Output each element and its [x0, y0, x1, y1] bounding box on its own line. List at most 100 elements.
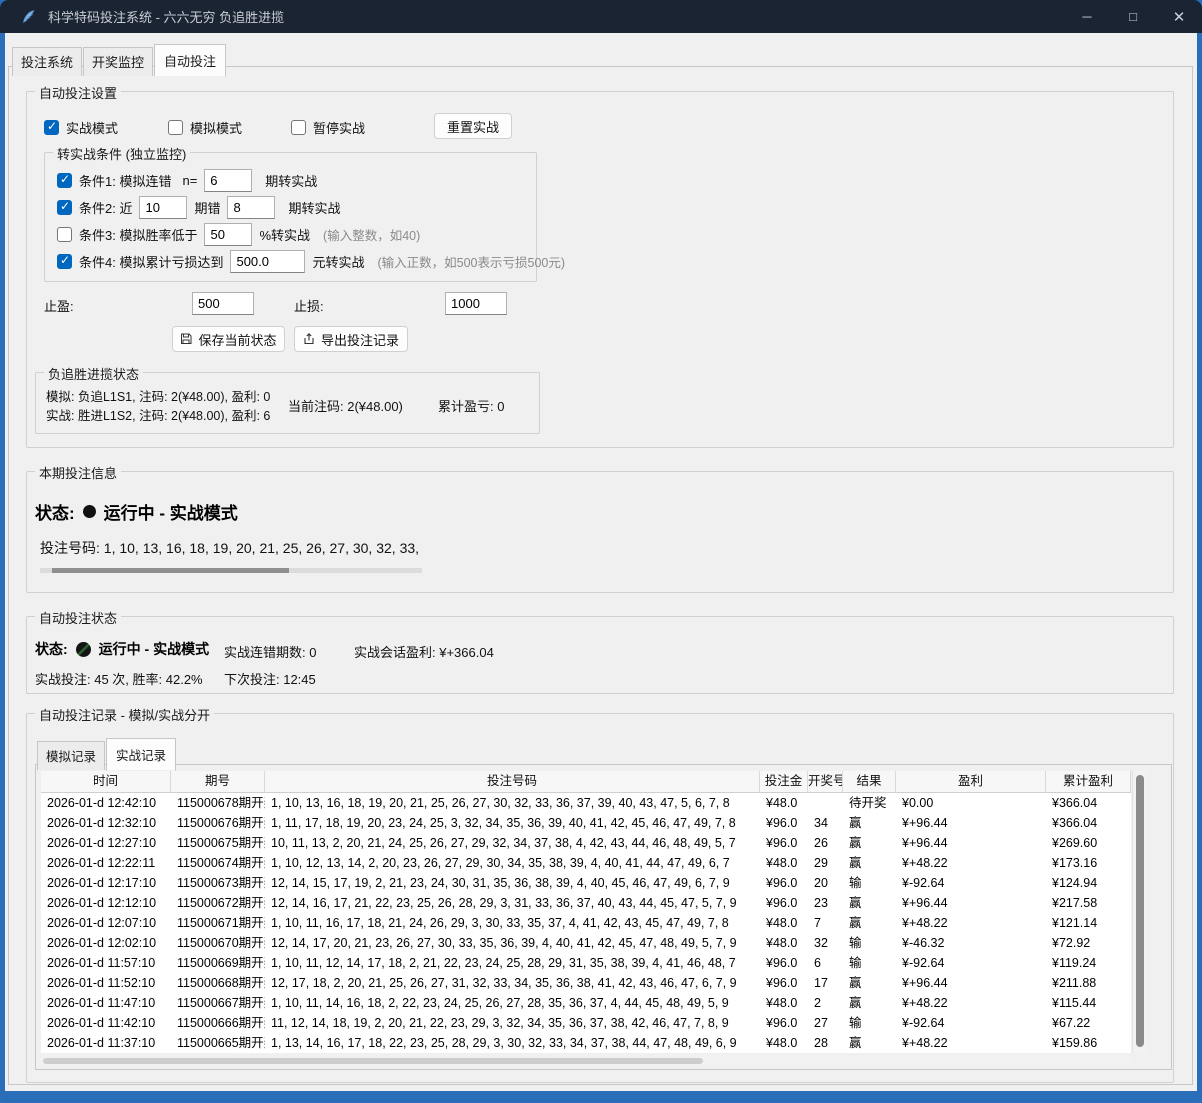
condition-3-input[interactable] — [204, 223, 252, 246]
condition-1-input[interactable] — [204, 169, 252, 192]
numbers-scrollbar-thumb[interactable] — [52, 568, 289, 573]
real-mode-checkbox[interactable] — [44, 120, 59, 135]
table-cell-7: ¥119.24 — [1046, 953, 1131, 973]
condition-3-hint: (输入整数，如40) — [323, 225, 420, 244]
table-cell-1: 115000676期开奖 — [171, 813, 265, 833]
current-status-line: 状态: 运行中 - 实战模式 — [35, 499, 238, 524]
table-cell-3: ¥96.0 — [760, 813, 808, 833]
table-cell-7: ¥159.86 — [1046, 1033, 1131, 1053]
pause-real-checkbox[interactable] — [291, 120, 306, 135]
table-row[interactable]: 2026-01-d 11:57:10115000669期开奖1, 10, 11,… — [41, 953, 1131, 973]
table-cell-5: 赢 — [843, 913, 896, 933]
header-cell-5[interactable]: 结果 — [843, 771, 896, 792]
table-cell-6: ¥+96.44 — [896, 973, 1046, 993]
table-cell-3: ¥96.0 — [760, 953, 808, 973]
sim-mode-checkbox[interactable] — [168, 120, 183, 135]
condition-2-input-n[interactable] — [139, 196, 187, 219]
table-cell-4: 32 — [808, 933, 843, 953]
strategy-status-title: 负追胜进揽状态 — [44, 364, 143, 383]
table-cell-1: 115000675期开奖 — [171, 833, 265, 853]
mode-pause[interactable]: 暂停实战 — [291, 116, 365, 138]
numbers-scrollbar-track[interactable] — [40, 568, 422, 573]
records-vscrollbar[interactable] — [1132, 771, 1146, 1053]
minimize-button[interactable]: ─ — [1064, 0, 1110, 33]
condition-3-checkbox[interactable] — [57, 227, 72, 242]
table-row[interactable]: 2026-01-d 12:12:10115000672期开奖12, 14, 16… — [41, 893, 1131, 913]
tab-betting-system[interactable]: 投注系统 — [12, 47, 82, 76]
table-cell-0: 2026-01-d 12:42:10 — [41, 793, 171, 813]
close-button[interactable]: ✕ — [1156, 0, 1202, 33]
table-row[interactable]: 2026-01-d 12:17:10115000673期开奖12, 14, 15… — [41, 873, 1131, 893]
condition-1-n-label: n= — [182, 173, 197, 188]
header-cell-0[interactable]: 时间 — [41, 771, 171, 792]
table-cell-1: 115000670期开奖 — [171, 933, 265, 953]
records-vscrollbar-thumb[interactable] — [1136, 775, 1144, 1047]
save-state-button[interactable]: 保存当前状态 — [172, 326, 285, 352]
tab-auto-bet[interactable]: 自动投注 — [154, 44, 226, 77]
condition-2-checkbox[interactable] — [57, 200, 72, 215]
table-row[interactable]: 2026-01-d 12:02:10115000670期开奖12, 14, 17… — [41, 933, 1131, 953]
strategy-current-bet: 当前注码: 2(¥48.00) — [288, 396, 403, 415]
reset-real-button[interactable]: 重置实战 — [434, 113, 512, 139]
table-cell-3: ¥96.0 — [760, 833, 808, 853]
export-records-button[interactable]: 导出投注记录 — [294, 326, 408, 352]
header-cell-7[interactable]: 累计盈利 — [1046, 771, 1131, 792]
header-cell-3[interactable]: 投注金 — [760, 771, 808, 792]
condition-4-input[interactable] — [230, 250, 305, 273]
records-title: 自动投注记录 - 模拟/实战分开 — [35, 705, 214, 724]
mode-real[interactable]: 实战模式 — [44, 116, 118, 138]
tab-draw-monitor[interactable]: 开奖监控 — [83, 47, 153, 76]
condition-2-row: 条件2: 近 期错 期转实战 — [57, 196, 341, 218]
real-mode-label: 实战模式 — [66, 118, 118, 137]
header-cell-4[interactable]: 开奖号 — [808, 771, 843, 792]
table-cell-7: ¥366.04 — [1046, 793, 1131, 813]
app-window: 科学特码投注系统 - 六六无穷 负追胜进揽 ─ □ ✕ 投注系统 开奖监控 自动… — [0, 0, 1202, 1103]
table-cell-5: 赢 — [843, 993, 896, 1013]
group-bet-records: 自动投注记录 - 模拟/实战分开 模拟记录 实战记录 时间期号投注号码投注金开奖… — [26, 713, 1174, 1083]
tab-real-records[interactable]: 实战记录 — [106, 738, 176, 771]
table-cell-2: 1, 13, 14, 16, 17, 18, 22, 23, 25, 28, 2… — [265, 1033, 760, 1053]
table-row[interactable]: 2026-01-d 12:32:10115000676期开奖1, 11, 17,… — [41, 813, 1131, 833]
table-cell-4: 6 — [808, 953, 843, 973]
table-cell-7: ¥72.92 — [1046, 933, 1131, 953]
current-bet-title: 本期投注信息 — [35, 463, 121, 482]
condition-2-input-m[interactable] — [227, 196, 275, 219]
table-cell-6: ¥+48.22 — [896, 913, 1046, 933]
records-body: 2026-01-d 12:42:10115000678期开奖1, 10, 13,… — [41, 793, 1131, 1053]
table-row[interactable]: 2026-01-d 11:37:10115000665期开奖1, 13, 14,… — [41, 1033, 1131, 1053]
table-row[interactable]: 2026-01-d 12:22:11115000674期开奖1, 10, 12,… — [41, 853, 1131, 873]
table-row[interactable]: 2026-01-d 11:47:10115000667期开奖1, 10, 11,… — [41, 993, 1131, 1013]
table-cell-6: ¥+96.44 — [896, 893, 1046, 913]
condition-4-checkbox[interactable] — [57, 254, 72, 269]
table-cell-0: 2026-01-d 11:52:10 — [41, 973, 171, 993]
records-hscrollbar-thumb[interactable] — [43, 1058, 703, 1064]
table-row[interactable]: 2026-01-d 11:42:10115000666期开奖11, 12, 14… — [41, 1013, 1131, 1033]
table-row[interactable]: 2026-01-d 12:42:10115000678期开奖1, 10, 13,… — [41, 793, 1131, 813]
table-cell-3: ¥96.0 — [760, 893, 808, 913]
strategy-sim-line: 模拟: 负追L1S1, 注码: 2(¥48.00), 盈利: 0 — [46, 386, 270, 405]
header-cell-2[interactable]: 投注号码 — [265, 771, 760, 792]
table-cell-0: 2026-01-d 12:07:10 — [41, 913, 171, 933]
header-cell-6[interactable]: 盈利 — [896, 771, 1046, 792]
maximize-button[interactable]: □ — [1110, 0, 1156, 33]
header-cell-1[interactable]: 期号 — [171, 771, 265, 792]
auto-status-title: 自动投注状态 — [35, 608, 121, 627]
table-cell-1: 115000678期开奖 — [171, 793, 265, 813]
stop-loss-input[interactable] — [445, 292, 507, 315]
table-cell-2: 1, 10, 11, 12, 14, 17, 18, 2, 21, 22, 23… — [265, 953, 760, 973]
table-cell-5: 赢 — [843, 833, 896, 853]
condition-4-hint: (输入正数，如500表示亏损500元) — [377, 252, 565, 271]
table-row[interactable]: 2026-01-d 12:07:10115000671期开奖1, 10, 11,… — [41, 913, 1131, 933]
conditions-title: 转实战条件 (独立监控) — [53, 144, 190, 163]
mode-sim[interactable]: 模拟模式 — [168, 116, 242, 138]
table-cell-4: 26 — [808, 833, 843, 853]
stop-profit-input[interactable] — [192, 292, 254, 315]
records-hscrollbar[interactable] — [41, 1057, 1131, 1065]
condition-1-checkbox[interactable] — [57, 173, 72, 188]
running-status-dot-icon — [76, 642, 91, 657]
table-row[interactable]: 2026-01-d 11:52:10115000668期开奖12, 17, 18… — [41, 973, 1131, 993]
stop-loss-label: 止损: — [294, 296, 324, 315]
tab-sim-records[interactable]: 模拟记录 — [37, 741, 105, 770]
current-bet-numbers: 投注号码: 1, 10, 13, 16, 18, 19, 20, 21, 25,… — [40, 538, 422, 558]
table-row[interactable]: 2026-01-d 12:27:10115000675期开奖10, 11, 13… — [41, 833, 1131, 853]
